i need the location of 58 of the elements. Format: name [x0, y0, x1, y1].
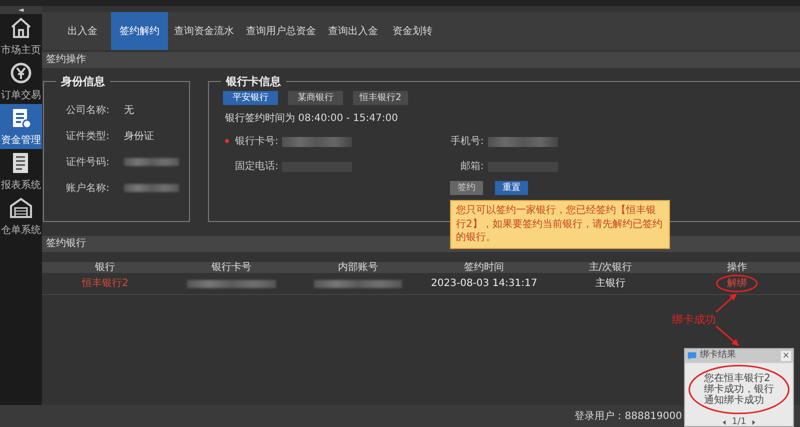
previous-icon — [720, 419, 728, 426]
column-header: 银行卡号 — [168, 262, 295, 273]
popup-message: 您在恒丰银行2绑卡成功，银行通知绑卡成功 — [704, 373, 774, 406]
column-header: 操作 — [674, 262, 800, 273]
bank-tab[interactable]: 平安银行 — [223, 91, 278, 105]
input-field[interactable] — [282, 136, 352, 146]
house-icon — [9, 16, 33, 40]
button[interactable]: 重置 — [495, 181, 528, 195]
warehouse-icon — [9, 196, 33, 220]
field-label: 邮箱: — [460, 161, 484, 172]
column-header: 主/次银行 — [547, 262, 674, 273]
bank-tab[interactable]: 恒丰银行2 — [353, 91, 408, 105]
sidebar-item[interactable]: 仓单系统 — [0, 194, 42, 239]
column-header: 内部账号 — [294, 262, 421, 273]
column-header: 签约时间 — [420, 262, 548, 273]
page-indicator: 1/1 — [732, 416, 746, 427]
required-mark-icon — [225, 139, 229, 144]
annotation-text: 绑卡成功 — [672, 313, 716, 326]
annotation-arrow — [716, 325, 739, 346]
tab[interactable]: 签约解约 — [111, 12, 168, 50]
sidebar-item[interactable]: 订单交易 — [0, 59, 42, 104]
field-value: 无 — [124, 104, 134, 118]
close-button[interactable]: × — [781, 351, 791, 361]
masked-value — [124, 184, 179, 192]
popup-title: 绑卡结果 — [700, 349, 736, 362]
field-label: 证件号码: — [66, 156, 110, 170]
field-label: 公司名称: — [66, 104, 110, 118]
field-label: 手机号: — [450, 136, 484, 147]
yen-coin-icon — [9, 60, 33, 84]
table-cell: 主银行 — [595, 278, 626, 289]
table-cell: 恒丰银行2 — [82, 278, 128, 289]
sidebar-item[interactable]: 市场主页 — [0, 14, 42, 59]
annotation-arrow — [716, 294, 737, 313]
bank-tab[interactable]: 某商银行 — [288, 91, 343, 105]
fieldset-title: 银行卡信息 — [224, 76, 282, 87]
field-label: 证件类型: — [66, 130, 110, 144]
next-icon — [750, 419, 758, 426]
tab[interactable]: 查询用户总资金 — [240, 12, 322, 50]
tooltip: 您只可以签约一家银行，您已经签约【恒丰银行2】，如果要签约当前银行，请先解约已签约的银行。 — [450, 200, 670, 248]
annotation-ellipse — [716, 274, 758, 292]
chat-bubble-icon — [687, 351, 697, 361]
tab[interactable]: 查询资金流水 — [168, 12, 240, 50]
time-note: 银行签约时间为 08:40:00 - 15:47:00 — [225, 112, 398, 126]
sidebar-item[interactable]: 报表系统 — [0, 149, 42, 194]
table-cell: 2023-08-03 14:31:17 — [431, 278, 538, 289]
tab[interactable]: 查询出入金 — [322, 12, 384, 50]
field-label: 账户名称: — [66, 182, 110, 196]
field-label: 银行卡号: — [235, 136, 278, 147]
tab[interactable]: 出入金 — [54, 12, 111, 50]
masked-value — [124, 158, 179, 166]
column-header: 银行 — [42, 262, 168, 273]
input-field[interactable] — [488, 136, 558, 146]
field-label: 固定电话: — [235, 161, 278, 172]
tab[interactable]: 资金划转 — [384, 12, 441, 50]
field-value: 身份证 — [124, 130, 154, 144]
section-header: 签约操作 — [42, 52, 800, 68]
sidebar-item[interactable]: 资金管理 — [0, 104, 42, 149]
fieldset-title: 身份信息 — [60, 76, 106, 87]
